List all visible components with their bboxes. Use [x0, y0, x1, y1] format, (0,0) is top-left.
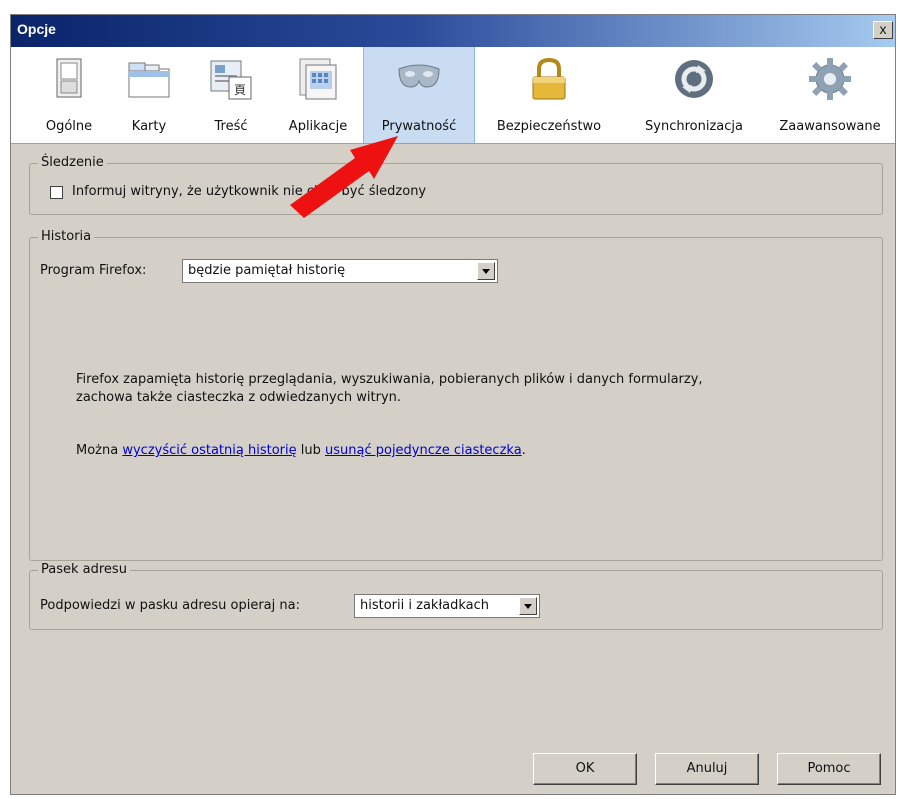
tab-karty[interactable]: Karty — [109, 47, 189, 143]
do-not-track-checkbox[interactable] — [50, 186, 63, 199]
address-bar-suggest-value: historii i zakładkach — [360, 598, 490, 613]
remove-cookies-link[interactable]: usunąć pojedyncze ciasteczka — [325, 443, 522, 458]
address-bar-group: Pasek adresu Podpowiedzi w pasku adresu … — [29, 562, 883, 630]
tab-label: Aplikacje — [288, 119, 348, 134]
lock-icon — [532, 57, 566, 100]
tab-label: Synchronizacja — [645, 119, 743, 134]
title-bar[interactable]: Opcje x — [11, 15, 895, 47]
tab-label: Treść — [214, 119, 248, 134]
tab-zaawansowane[interactable]: Zaawansowane — [765, 47, 895, 143]
address-bar-suggest-select[interactable]: historii i zakładkach — [354, 594, 540, 618]
address-bar-legend: Pasek adresu — [38, 562, 130, 577]
history-description-line1: Firefox zapamięta historię przeglądania,… — [76, 372, 703, 387]
tracking-group: Śledzenie Informuj witryny, że użytkowni… — [29, 155, 883, 215]
tab-label: Ogólne — [45, 119, 93, 134]
close-button[interactable]: x — [873, 21, 893, 39]
tab-prywatnosc[interactable]: Prywatność — [363, 47, 475, 143]
tab-aplikacje[interactable]: Aplikacje — [273, 47, 363, 143]
tab-bezpieczenstwo[interactable]: Bezpieczeństwo — [475, 47, 623, 143]
clear-recent-history-link[interactable]: wyczyścić ostatnią historię — [122, 443, 296, 458]
history-mode-value: będzie pamiętał historię — [188, 263, 346, 278]
history-group: Historia Program Firefox: będzie pamięta… — [29, 229, 883, 561]
or-text: lub — [296, 443, 325, 458]
tab-label: Karty — [131, 119, 167, 134]
tab-label: Bezpieczeństwo — [496, 119, 602, 134]
history-links-text: Można wyczyścić ostatnią historię lub us… — [76, 443, 526, 458]
category-toolbar: Ogólne Karty 頁 Treść Aplikacje Prywatnoś… — [11, 47, 895, 144]
sync-icon — [675, 60, 713, 98]
gear-icon — [809, 58, 851, 100]
address-bar-suggest-label: Podpowiedzi w pasku adresu opieraj na: — [40, 598, 300, 613]
tab-label: Prywatność — [381, 119, 457, 134]
tab-label: Zaawansowane — [779, 119, 881, 134]
cancel-button[interactable]: Anuluj — [655, 753, 759, 785]
history-legend: Historia — [38, 229, 95, 244]
mask-icon — [398, 64, 440, 88]
switch-icon — [56, 58, 82, 98]
ok-button[interactable]: OK — [533, 753, 637, 785]
tabs-icon — [128, 62, 170, 98]
chevron-down-icon[interactable] — [519, 597, 537, 615]
history-mode-select[interactable]: będzie pamiętał historię — [182, 259, 498, 283]
applications-icon — [299, 58, 337, 100]
can-prefix-text: Można — [76, 443, 123, 458]
options-dialog: Opcje x Ogólne Karty 頁 Treść Aplikacje P… — [10, 14, 896, 795]
window-title: Opcje — [17, 21, 56, 37]
content-icon: 頁 — [210, 60, 252, 100]
do-not-track-label[interactable]: Informuj witryny, że użytkownik nie chce… — [72, 184, 426, 199]
period-text: . — [521, 443, 526, 458]
chevron-down-icon[interactable] — [477, 262, 495, 280]
svg-text:頁: 頁 — [234, 83, 246, 97]
tracking-legend: Śledzenie — [38, 155, 107, 170]
tab-synchronizacja[interactable]: Synchronizacja — [623, 47, 765, 143]
history-description-line2: zachowa także ciasteczka z odwiedzanych … — [76, 390, 402, 405]
firefox-will-label: Program Firefox: — [40, 263, 147, 278]
help-button[interactable]: Pomoc — [777, 753, 881, 785]
tab-tresc[interactable]: 頁 Treść — [189, 47, 273, 143]
tab-ogolne[interactable]: Ogólne — [29, 47, 109, 143]
